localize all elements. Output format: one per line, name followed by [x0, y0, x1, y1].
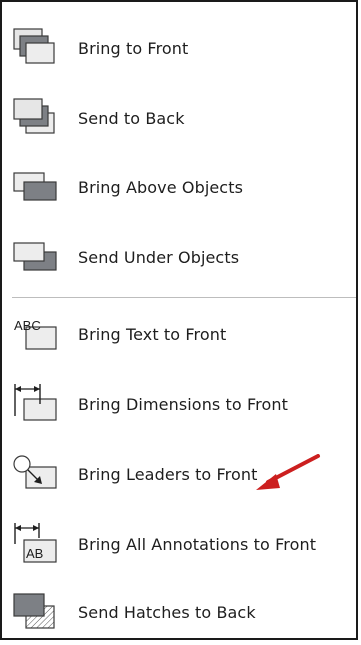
menu-item-send-under-objects[interactable]: Send Under Objects [8, 233, 354, 281]
menu-item-bring-all-annotations-to-front[interactable]: AB Bring All Annotations to Front [8, 520, 354, 568]
bring-above-objects-icon [8, 163, 78, 211]
menu-item-send-to-back[interactable]: Send to Back [8, 94, 354, 142]
bring-text-to-front-icon: ABC [8, 310, 78, 358]
menu-item-label: Send to Back [78, 108, 185, 128]
menu-item-bring-dimensions-to-front[interactable]: Bring Dimensions to Front [8, 380, 354, 428]
ab-text-glyph: AB [26, 546, 43, 561]
red-arrow-pointer [256, 454, 320, 490]
menu-item-send-hatches-to-back[interactable]: Send Hatches to Back [8, 588, 354, 636]
menu-item-bring-text-to-front[interactable]: ABC Bring Text to Front [8, 310, 354, 358]
menu-item-bring-above-objects[interactable]: Bring Above Objects [8, 163, 354, 211]
menu-item-label: Send Hatches to Back [78, 602, 256, 622]
menu-item-bring-to-front[interactable]: Bring to Front [8, 24, 354, 72]
bring-leaders-to-front-icon [8, 450, 78, 498]
menu-item-label: Bring to Front [78, 38, 189, 58]
menu-item-label: Bring Leaders to Front [78, 464, 258, 484]
bring-dimensions-to-front-icon [8, 380, 78, 428]
send-under-objects-icon [8, 233, 78, 281]
send-hatches-to-back-icon [8, 588, 78, 636]
menu-item-label: Bring All Annotations to Front [78, 534, 317, 554]
bring-all-annotations-to-front-icon: AB [8, 520, 78, 568]
menu-item-label: Bring Text to Front [78, 324, 227, 344]
bring-to-front-icon [8, 24, 78, 72]
menu-item-label: Bring Above Objects [78, 177, 244, 197]
menu-separator [12, 297, 356, 298]
draw-order-dropdown-menu: Bring to Front Send to Back Bring Above … [0, 0, 358, 640]
menu-item-label: Send Under Objects [78, 247, 240, 267]
abc-text-glyph: ABC [14, 318, 41, 333]
send-to-back-icon [8, 94, 78, 142]
menu-item-label: Bring Dimensions to Front [78, 394, 288, 414]
